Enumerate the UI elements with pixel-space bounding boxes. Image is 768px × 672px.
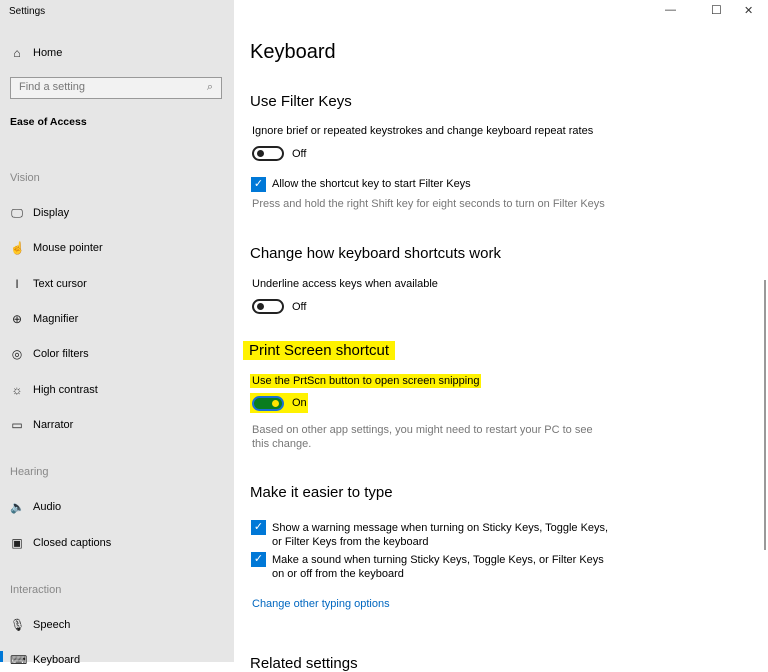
nav-keyboard[interactable]: ⌨ Keyboard — [10, 651, 80, 669]
print-screen-desc: Use the PrtScn button to open screen sni… — [250, 374, 482, 388]
underline-keys-toggle[interactable] — [252, 299, 284, 314]
nav-color-filters[interactable]: ◎ Color filters — [10, 345, 89, 363]
home-icon: ⌂ — [13, 46, 21, 60]
nav-narrator[interactable]: ▭ Narrator — [10, 416, 73, 434]
search-input[interactable]: Find a setting ⌕ — [10, 77, 222, 99]
print-screen-heading: Print Screen shortcut — [243, 341, 396, 360]
nav-audio[interactable]: 🔈 Audio — [10, 498, 61, 516]
window-title: Settings — [9, 6, 46, 17]
filter-keys-hint: Press and hold the right Shift key for e… — [252, 198, 605, 210]
sidebar: Settings ⌂ Home Find a setting ⌕ Ease of A… — [0, 0, 234, 667]
print-screen-note: Based on other app settings, you might n… — [252, 424, 593, 436]
speech-icon: 🎙 — [10, 618, 26, 632]
filter-keys-shortcut-checkbox[interactable]: ✓ — [251, 177, 266, 192]
underline-keys-toggle-state: Off — [292, 301, 307, 313]
closed-captions-icon: ▣ — [11, 536, 23, 550]
filter-keys-toggle[interactable] — [252, 146, 284, 161]
nav-speech[interactable]: 🎙 Speech — [10, 616, 70, 634]
warning-message-label-2: or Filter Keys from the keyboard — [272, 536, 429, 548]
nav-high-contrast[interactable]: ☼ High contrast — [10, 381, 98, 399]
nav-audio-label: Audio — [33, 501, 62, 513]
print-screen-note-2: this change. — [252, 438, 312, 450]
shortcuts-heading: Change how keyboard shortcuts work — [250, 245, 501, 262]
filter-keys-shortcut-label: Allow the shortcut key to start Filter K… — [272, 178, 471, 190]
keyboard-icon: ⌨ — [10, 653, 28, 667]
warning-message-checkbox[interactable]: ✓ — [251, 520, 266, 535]
nav-high-contrast-label: High contrast — [33, 384, 98, 396]
audio-icon: 🔈 — [10, 500, 25, 514]
display-icon: 🖵 — [11, 205, 23, 220]
nav-closed-captions[interactable]: ▣ Closed captions — [10, 534, 111, 552]
nav-magnifier[interactable]: ⊕ Magnifier — [10, 310, 78, 328]
sound-label: Make a sound when turning Sticky Keys, T… — [272, 554, 604, 566]
close-button[interactable]: ✕ — [744, 4, 753, 17]
high-contrast-icon: ☼ — [11, 383, 23, 397]
nav-text-cursor[interactable]: I Text cursor — [10, 275, 87, 293]
group-vision: Vision — [10, 172, 40, 184]
group-interaction: Interaction — [10, 584, 62, 596]
filter-keys-desc: Ignore brief or repeated keystrokes and … — [252, 125, 594, 137]
narrator-icon: ▭ — [11, 418, 23, 432]
nav-keyboard-label: Keyboard — [33, 654, 81, 666]
nav-color-filters-label: Color filters — [33, 348, 89, 360]
filter-keys-heading: Use Filter Keys — [250, 93, 352, 110]
color-filters-icon: ◎ — [11, 347, 23, 361]
nav-narrator-label: Narrator — [33, 419, 74, 431]
change-typing-options-link[interactable]: Change other typing options — [252, 598, 390, 610]
maximize-button[interactable]: ☐ — [711, 3, 722, 17]
minimize-button[interactable]: — — [665, 4, 676, 16]
page-title: Keyboard — [250, 41, 336, 63]
category-title: Ease of Access — [10, 116, 87, 128]
sound-label-2: on or off from the keyboard — [272, 568, 404, 580]
nav-mouse-pointer-label: Mouse pointer — [33, 242, 103, 254]
magnifier-icon: ⊕ — [11, 312, 23, 326]
nav-text-cursor-label: Text cursor — [33, 278, 87, 290]
mouse-pointer-icon: ☝ — [10, 241, 25, 255]
warning-message-label: Show a warning message when turning on S… — [272, 522, 609, 534]
nav-display-label: Display — [33, 207, 70, 219]
print-screen-toggle-state: On — [292, 397, 307, 409]
selected-indicator — [0, 651, 3, 662]
search-icon: ⌕ — [206, 81, 213, 93]
text-cursor-icon: I — [15, 277, 19, 291]
scrollbar[interactable] — [764, 280, 766, 550]
filter-keys-toggle-state: Off — [292, 148, 307, 160]
sound-checkbox[interactable]: ✓ — [251, 552, 266, 567]
nav-home[interactable]: ⌂ Home — [10, 44, 62, 62]
nav-magnifier-label: Magnifier — [33, 313, 79, 325]
nav-mouse-pointer[interactable]: ☝ Mouse pointer — [10, 239, 103, 257]
search-placeholder: Find a setting — [19, 81, 86, 93]
group-hearing: Hearing — [10, 466, 49, 478]
nav-closed-captions-label: Closed captions — [33, 537, 112, 549]
nav-home-label: Home — [33, 47, 63, 59]
print-screen-toggle[interactable] — [252, 396, 284, 411]
related-settings-heading: Related settings — [250, 655, 358, 672]
typing-heading: Make it easier to type — [250, 484, 393, 501]
shortcuts-desc: Underline access keys when available — [252, 278, 438, 290]
nav-display[interactable]: 🖵 Display — [10, 204, 69, 222]
nav-speech-label: Speech — [33, 619, 71, 631]
